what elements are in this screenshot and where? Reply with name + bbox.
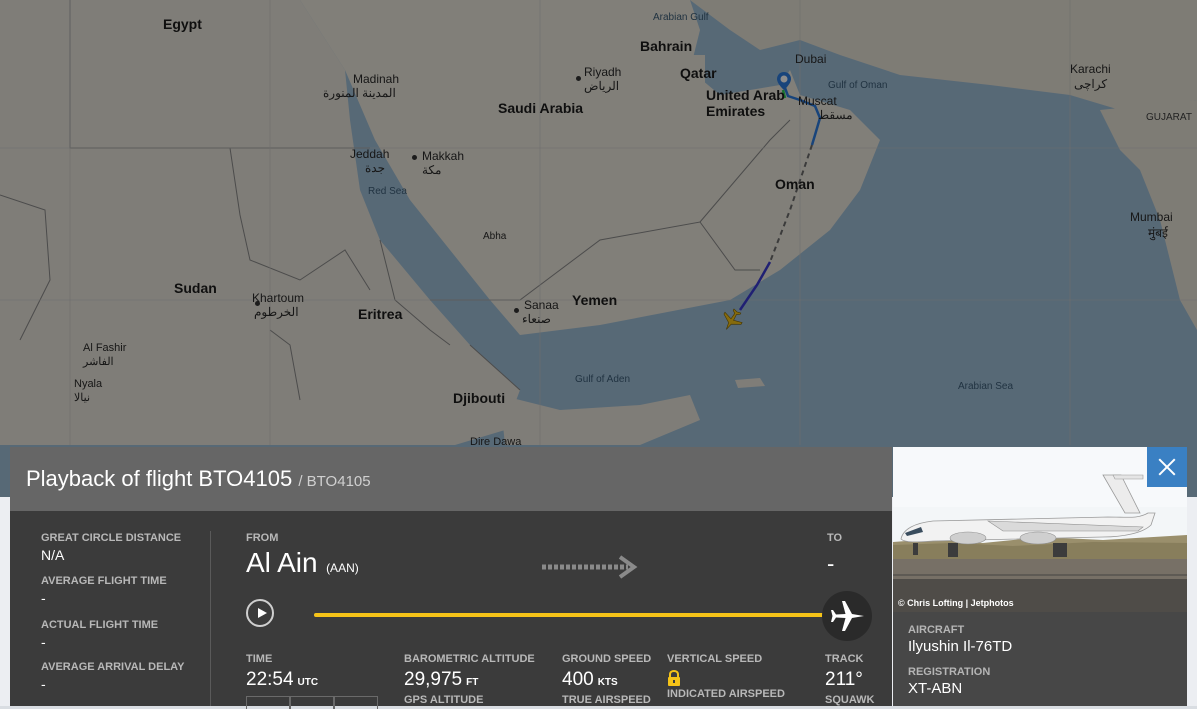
aircraft-card: © Chris Lofting | Jetphotos AIRCRAFT Ily… [893,447,1187,706]
registration-label: REGISTRATION [908,666,991,678]
squawk-label: SQUAWK [825,694,875,706]
aircraft-photo[interactable]: © Chris Lofting | Jetphotos [893,447,1187,612]
time-unit: UTC [297,677,319,688]
actual-flight-time-label: ACTUAL FLIGHT TIME [41,619,159,631]
from-label: FROM [246,532,279,544]
track-label: TRACK [825,653,864,665]
avg-arrival-delay-value: - [41,676,46,692]
registration-value: XT-ABN [908,680,963,697]
playback-scrubber-handle[interactable] [822,591,872,641]
photo-credit[interactable]: © Chris Lofting | Jetphotos [898,598,1014,608]
dashed-arrow-icon [542,555,642,579]
from-airport[interactable]: Al Ain (AAN) [246,547,359,579]
page-title: Playback of flight BTO4105 / BTO4105 [26,466,371,492]
great-circle-distance-label: GREAT CIRCLE DISTANCE [41,532,182,544]
time-label: TIME [246,653,273,665]
baro-alt-unit: FT [466,677,479,688]
ground-speed-unit: KTS [597,677,618,688]
playback-subtitle: / BTO4105 [298,473,371,490]
time-readout: 22:54 UTC [246,669,318,691]
vertical-divider [210,531,211,706]
time-box[interactable] [290,696,334,709]
true-airspeed-label: TRUE AIRSPEED [562,694,651,706]
baro-alt-label: BAROMETRIC ALTITUDE [404,653,535,665]
great-circle-distance-value: N/A [41,547,65,563]
vertical-speed-label: VERTICAL SPEED [667,653,763,665]
ground-speed-label: GROUND SPEED [562,653,652,665]
baro-alt-readout: 29,975 FT [404,669,478,691]
time-box[interactable] [334,696,378,709]
panel-header: Playback of flight BTO4105 / BTO4105 [10,447,892,511]
playback-title: Playback of flight BTO4105 [26,466,293,491]
aircraft-label: AIRCRAFT [908,624,965,636]
lock-icon[interactable] [667,669,681,686]
aircraft-value: Ilyushin Il-76TD [908,638,1013,655]
to-city: - [827,551,835,576]
from-city[interactable]: Al Ain [246,547,318,578]
playback-progress-track[interactable] [314,613,844,617]
baro-alt-value: 29,975 [404,669,463,690]
time-box[interactable] [246,696,290,709]
ground-speed-readout: 400 KTS [562,669,618,691]
actual-flight-time-value: - [41,634,46,650]
to-label: TO [827,532,843,544]
airplane-icon [831,601,864,631]
playback-progress-fill [314,613,844,617]
avg-arrival-delay-label: AVERAGE ARRIVAL DELAY [41,661,185,673]
avg-flight-time-value: - [41,590,46,606]
time-value: 22:54 [246,669,294,690]
play-button[interactable] [246,599,274,627]
track-value: 211° [825,669,863,690]
gps-alt-label: GPS ALTITUDE [404,694,484,706]
playback-panel: Playback of flight BTO4105 / BTO4105 GRE… [10,447,892,709]
close-button[interactable] [1147,447,1187,487]
ground-speed-value: 400 [562,669,594,690]
close-icon[interactable] [1147,447,1187,487]
from-code: (AAN) [326,561,359,575]
indicated-airspeed-label: INDICATED AIRSPEED [667,688,785,700]
avg-flight-time-label: AVERAGE FLIGHT TIME [41,575,167,587]
